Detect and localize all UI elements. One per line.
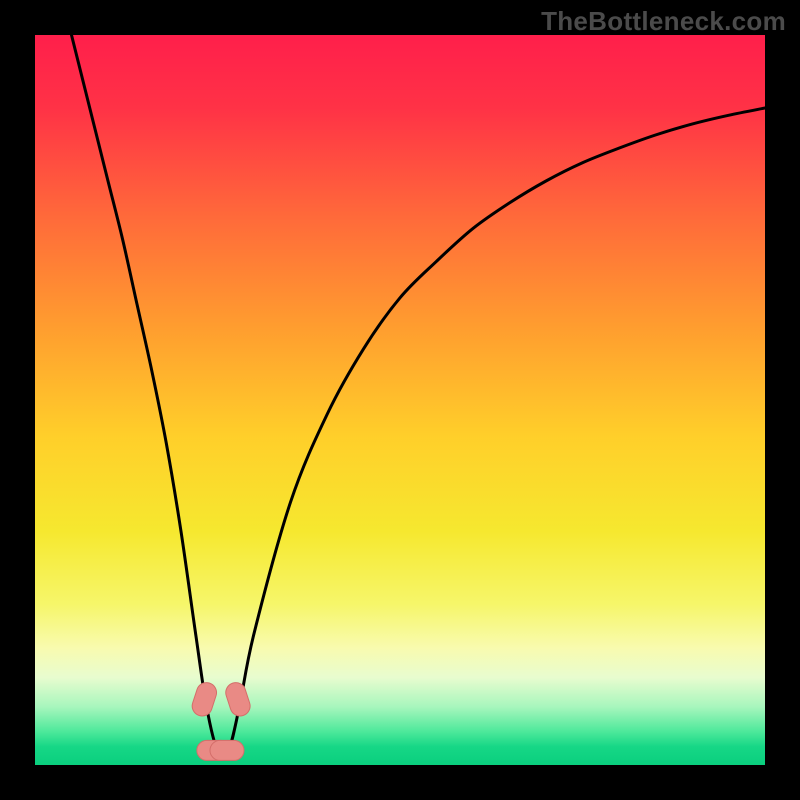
outer-frame: TheBottleneck.com	[0, 0, 800, 800]
bottleneck-chart	[35, 35, 765, 765]
gradient-background	[35, 35, 765, 765]
plot-area	[35, 35, 765, 765]
watermark-text: TheBottleneck.com	[541, 6, 786, 37]
marker-valley-right	[210, 740, 244, 760]
